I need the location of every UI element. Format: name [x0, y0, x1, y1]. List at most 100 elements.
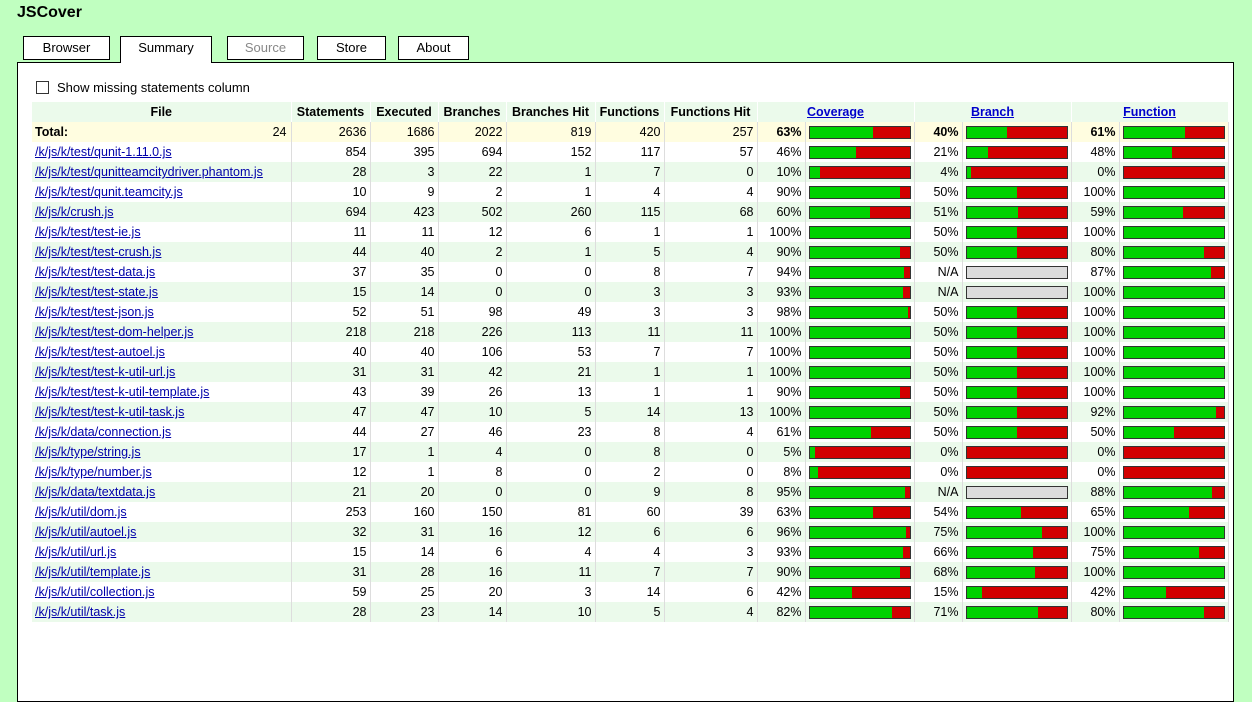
file-link[interactable]: /k/js/k/data/textdata.js — [35, 485, 155, 499]
file-link[interactable]: /k/js/k/util/task.js — [35, 605, 125, 619]
file-link[interactable]: /k/js/k/type/string.js — [35, 445, 141, 459]
function-bar-track — [1122, 365, 1225, 379]
tab-summary[interactable]: Summary — [120, 36, 212, 63]
function-percent: 0% — [1071, 442, 1120, 462]
file-link[interactable]: /k/js/k/test/qunit.teamcity.js — [35, 185, 183, 199]
file-link[interactable]: /k/js/k/test/test-data.js — [35, 265, 155, 279]
coverage-bar-fill — [809, 406, 910, 418]
total-functions: 420 — [595, 122, 665, 142]
cell-branches-hit: 0 — [506, 462, 596, 482]
file-link[interactable]: /k/js/k/test/test-json.js — [35, 305, 154, 319]
file-link[interactable]: /k/js/k/test/test-autoel.js — [35, 345, 165, 359]
tab-about[interactable]: About — [398, 36, 469, 60]
file-link[interactable]: /k/js/k/test/qunit-1.11.0.js — [35, 145, 172, 159]
file-link[interactable]: /k/js/k/type/number.js — [35, 465, 152, 479]
header-branches: Branches — [438, 102, 507, 122]
file-link[interactable]: /k/js/k/test/test-k-util-url.js — [35, 365, 175, 379]
tab-browser[interactable]: Browser — [23, 36, 110, 60]
file-link[interactable]: /k/js/k/util/template.js — [35, 565, 150, 579]
file-link[interactable]: /k/js/k/test/test-k-util-template.js — [35, 385, 209, 399]
coverage-bar — [805, 442, 915, 462]
cell-executed: 9 — [370, 182, 439, 202]
function-bar — [1119, 242, 1229, 262]
cell-statements: 59 — [291, 582, 371, 602]
tab-source[interactable]: Source — [227, 36, 304, 60]
file-link[interactable]: /k/js/k/data/connection.js — [35, 425, 171, 439]
tab-store[interactable]: Store — [317, 36, 386, 60]
file-link[interactable]: /k/js/k/test/test-crush.js — [35, 245, 161, 259]
header-executed: Executed — [370, 102, 439, 122]
coverage-percent: 46% — [757, 142, 806, 162]
table-row: /k/js/k/test/test-state.js 15 14 0 0 3 3 93% N/A… — [32, 282, 1229, 302]
coverage-percent: 100% — [757, 322, 806, 342]
function-percent: 92% — [1071, 402, 1120, 422]
cell-functions: 7 — [595, 342, 665, 362]
cell-branches-hit: 11 — [506, 562, 596, 582]
file-cell: /k/js/k/test/test-k-util-url.js — [32, 362, 292, 382]
branch-percent: N/A — [914, 282, 963, 302]
cell-branches: 2 — [438, 182, 507, 202]
table-row: /k/js/k/util/url.js 15 14 6 4 4 3 93% 66% 75% — [32, 542, 1229, 562]
cell-statements: 12 — [291, 462, 371, 482]
total-executed: 1686 — [370, 122, 439, 142]
branch-bar-fill — [966, 366, 1017, 378]
coverage-bar — [805, 502, 915, 522]
branch-bar-fill — [966, 146, 988, 158]
file-link[interactable]: /k/js/k/test/qunitteamcitydriver.phantom… — [35, 165, 263, 179]
cell-executed: 395 — [370, 142, 439, 162]
table-row: /k/js/k/type/string.js 17 1 4 0 8 0 5% 0% 0% — [32, 442, 1229, 462]
coverage-bar — [805, 282, 915, 302]
file-link[interactable]: /k/js/k/test/test-dom-helper.js — [35, 325, 193, 339]
cell-executed: 31 — [370, 522, 439, 542]
show-missing-toggle[interactable]: Show missing statements column — [36, 79, 250, 95]
coverage-bar-track — [808, 285, 911, 299]
branch-bar — [962, 222, 1072, 242]
file-link[interactable]: /k/js/k/util/url.js — [35, 545, 116, 559]
coverage-bar — [805, 542, 915, 562]
table-row: /k/js/k/test/test-ie.js 11 11 12 6 1 1 100% 50% 1… — [32, 222, 1229, 242]
cell-functions-hit: 3 — [664, 542, 758, 562]
cell-functions-hit: 11 — [664, 322, 758, 342]
branch-percent: 51% — [914, 202, 963, 222]
coverage-percent: 82% — [757, 602, 806, 622]
cell-statements: 52 — [291, 302, 371, 322]
coverage-percent: 5% — [757, 442, 806, 462]
cell-functions-hit: 3 — [664, 302, 758, 322]
sort-function-link[interactable]: Function — [1123, 105, 1176, 119]
function-bar — [1119, 602, 1229, 622]
function-percent: 80% — [1071, 242, 1120, 262]
file-link[interactable]: /k/js/k/crush.js — [35, 205, 114, 219]
cell-statements: 854 — [291, 142, 371, 162]
branch-bar — [962, 302, 1072, 322]
branch-bar-track — [965, 585, 1068, 599]
cell-functions-hit: 0 — [664, 162, 758, 182]
header-branch: Branch — [914, 102, 1072, 122]
branch-percent: 50% — [914, 242, 963, 262]
cell-functions: 9 — [595, 482, 665, 502]
cell-functions: 3 — [595, 282, 665, 302]
cell-functions-hit: 0 — [664, 442, 758, 462]
function-bar — [1119, 322, 1229, 342]
file-link[interactable]: /k/js/k/util/autoel.js — [35, 525, 136, 539]
total-branch-bar-track — [965, 125, 1068, 139]
file-cell: /k/js/k/test/test-json.js — [32, 302, 292, 322]
file-link[interactable]: /k/js/k/test/test-ie.js — [35, 225, 141, 239]
coverage-bar-fill — [809, 306, 908, 318]
coverage-bar — [805, 522, 915, 542]
table-row: /k/js/k/test/test-json.js 52 51 98 49 3 3 98% 50… — [32, 302, 1229, 322]
table-row: /k/js/k/util/collection.js 59 25 20 3 14 6 42% 1… — [32, 582, 1229, 602]
function-bar-fill — [1123, 246, 1204, 258]
function-percent: 100% — [1071, 282, 1120, 302]
branch-bar — [962, 362, 1072, 382]
sort-branch-link[interactable]: Branch — [971, 105, 1014, 119]
branch-bar — [962, 422, 1072, 442]
function-bar-track — [1122, 285, 1225, 299]
cell-branches: 10 — [438, 402, 507, 422]
file-link[interactable]: /k/js/k/test/test-k-util-task.js — [35, 405, 184, 419]
file-link[interactable]: /k/js/k/util/dom.js — [35, 505, 127, 519]
show-missing-checkbox[interactable] — [36, 80, 49, 94]
file-cell: /k/js/k/util/dom.js — [32, 502, 292, 522]
file-link[interactable]: /k/js/k/util/collection.js — [35, 585, 154, 599]
file-link[interactable]: /k/js/k/test/test-state.js — [35, 285, 158, 299]
sort-coverage-link[interactable]: Coverage — [807, 105, 864, 119]
